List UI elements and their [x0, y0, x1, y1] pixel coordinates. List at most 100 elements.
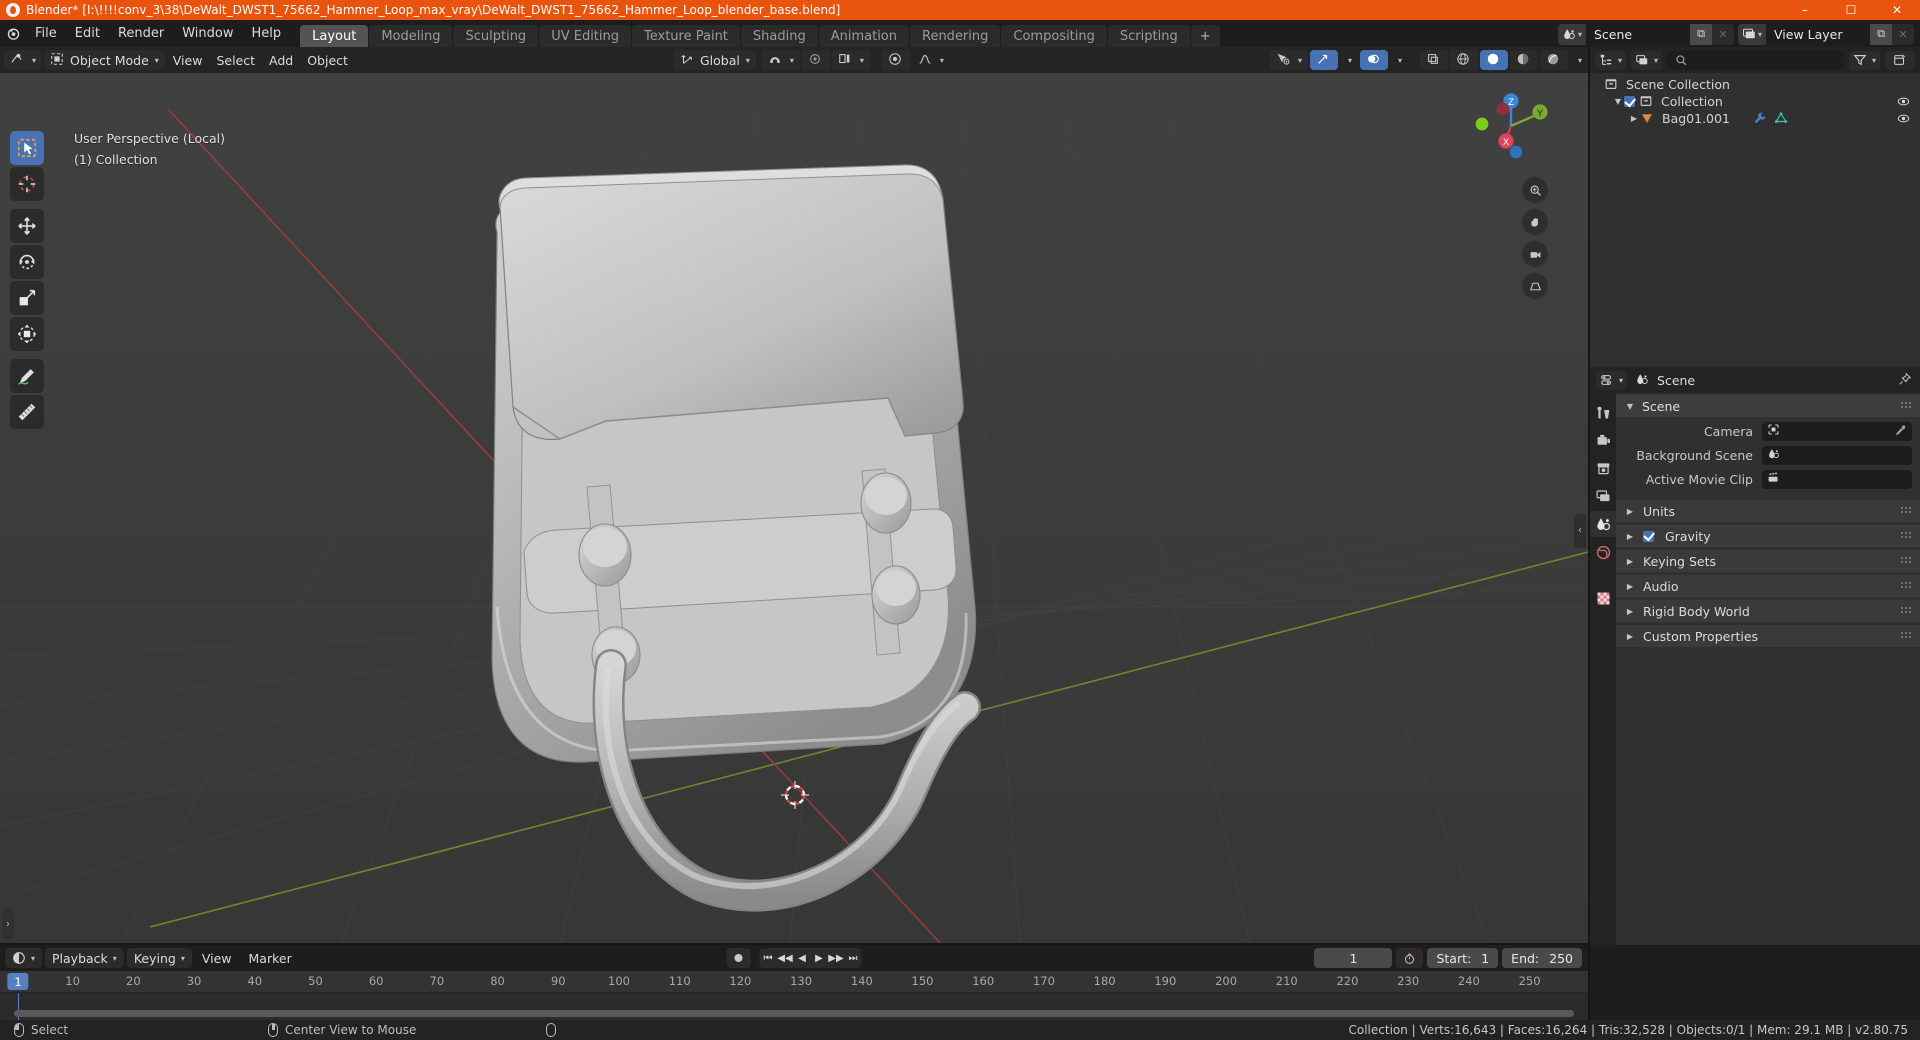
tool-rotate[interactable]: [10, 245, 44, 279]
viewport-menu-select[interactable]: Select: [210, 50, 261, 70]
shading-wireframe-button[interactable]: [1449, 50, 1478, 70]
timeline-menu-marker[interactable]: Marker: [242, 948, 299, 968]
xray-toggle[interactable]: [1419, 50, 1448, 70]
outliner-row-bag-object[interactable]: ▶ Bag01.001: [1590, 110, 1920, 127]
section-keying-sets[interactable]: ▶ Keying Sets: [1616, 550, 1920, 572]
snap-target-selector[interactable]: ▾: [831, 50, 870, 70]
end-frame-fields[interactable]: End: 250: [1502, 948, 1582, 968]
auto-keying-button[interactable]: [726, 948, 751, 968]
scene-name-field[interactable]: Scene: [1586, 23, 1690, 45]
viewport-menu-add[interactable]: Add: [263, 50, 299, 70]
background-scene-field[interactable]: [1762, 445, 1912, 465]
proportional-falloff-toggle[interactable]: [881, 50, 910, 70]
menu-help[interactable]: Help: [243, 20, 291, 47]
pin-icon[interactable]: [1898, 372, 1914, 388]
tab-shading[interactable]: Shading: [740, 25, 818, 47]
menu-window[interactable]: Window: [173, 20, 242, 47]
expand-triangle-icon[interactable]: ▶: [1624, 507, 1636, 516]
section-gravity[interactable]: ▶ Gravity: [1616, 525, 1920, 547]
interaction-mode-selector[interactable]: Object Mode ▾: [44, 50, 165, 70]
view-layer-selector[interactable]: ▾ View Layer ⧉ ✕: [1738, 23, 1914, 45]
visibility-selector[interactable]: ▾: [1269, 50, 1308, 70]
timeline-editor[interactable]: ▾ Playback ▾ Keying ▾ View Marker ⏮ ◀◀ ◀ ▶…: [0, 945, 1588, 1020]
tool-annotate[interactable]: [10, 359, 44, 393]
toolbar-toggle-arrow[interactable]: ›: [2, 909, 14, 939]
start-frame-value[interactable]: 1: [1481, 951, 1489, 966]
toggle-perspective-icon[interactable]: [1522, 273, 1548, 299]
gizmo-toggle[interactable]: [1309, 50, 1338, 70]
overlays-toggle[interactable]: [1359, 50, 1388, 70]
shading-options-dropdown[interactable]: ▾: [1570, 50, 1588, 70]
outliner-row-scene-collection[interactable]: Scene Collection: [1590, 76, 1920, 93]
properties-tab-texture[interactable]: [1590, 585, 1616, 611]
mesh-data-icon[interactable]: [1774, 111, 1790, 127]
eye-icon[interactable]: [1897, 112, 1910, 128]
jump-to-end-button[interactable]: ⏭: [845, 948, 862, 968]
tool-measure[interactable]: [10, 395, 44, 429]
section-custom-properties[interactable]: ▶ Custom Properties: [1616, 625, 1920, 647]
properties-tab-view-layer[interactable]: [1590, 483, 1616, 509]
properties-editor-type-button[interactable]: ▾: [1596, 370, 1628, 390]
properties-tab-scene[interactable]: [1590, 511, 1616, 537]
properties-tab-render[interactable]: [1590, 427, 1616, 453]
outliner-editor[interactable]: ▾ ▾ ▾ Scene Collection ▼ Collection ▶ Ba…: [1590, 47, 1920, 367]
current-frame-field[interactable]: 1: [1314, 948, 1393, 968]
navigation-gizmo[interactable]: Z Y X: [1470, 85, 1552, 167]
expand-triangle-icon[interactable]: ▶: [1628, 114, 1640, 123]
viewport-menu-view[interactable]: View: [167, 50, 209, 70]
tab-texture-paint[interactable]: Texture Paint: [632, 25, 740, 47]
new-scene-button[interactable]: ⧉: [1690, 23, 1712, 45]
remove-view-layer-button[interactable]: ✕: [1892, 23, 1914, 45]
camera-field[interactable]: [1762, 421, 1912, 441]
tool-transform[interactable]: [10, 317, 44, 351]
tab-layout[interactable]: Layout: [300, 25, 369, 47]
tool-move[interactable]: [10, 209, 44, 243]
expand-triangle-icon[interactable]: ▶: [1624, 607, 1636, 616]
jump-to-start-button[interactable]: ⏮: [760, 948, 777, 968]
shading-rendered-button[interactable]: [1539, 50, 1568, 70]
tab-rendering[interactable]: Rendering: [910, 25, 1001, 47]
section-rigid-body-world[interactable]: ▶ Rigid Body World: [1616, 600, 1920, 622]
expand-triangle-icon[interactable]: ▶: [1624, 632, 1636, 641]
timeline-track-area[interactable]: [0, 993, 1588, 1020]
sidebar-toggle-arrow[interactable]: ‹: [1574, 513, 1586, 548]
tab-sculpting[interactable]: Sculpting: [453, 25, 539, 47]
menu-file[interactable]: File: [26, 20, 66, 47]
falloff-curve-selector[interactable]: ▾: [912, 50, 950, 70]
timeline-current-frame-indicator[interactable]: 1: [7, 973, 29, 990]
shading-material-preview-button[interactable]: [1509, 50, 1538, 70]
tool-tweak-select[interactable]: [10, 131, 44, 165]
outliner-filter-button[interactable]: ▾: [1848, 50, 1880, 70]
tool-cursor[interactable]: [10, 167, 44, 201]
tab-scripting[interactable]: Scripting: [1107, 25, 1190, 47]
proportional-editing-toggle[interactable]: [801, 50, 830, 70]
unlink-scene-button[interactable]: ✕: [1712, 23, 1734, 45]
timeline-menu-view[interactable]: View: [195, 948, 239, 968]
gizmo-options-dropdown[interactable]: ▾: [1340, 50, 1358, 70]
new-view-layer-button[interactable]: ⧉: [1870, 23, 1892, 45]
expand-triangle-icon[interactable]: ▶: [1624, 532, 1636, 541]
expand-triangle-icon[interactable]: ▶: [1624, 582, 1636, 591]
overlays-options-dropdown[interactable]: ▾: [1390, 50, 1408, 70]
viewport-menu-object[interactable]: Object: [301, 50, 354, 70]
zoom-icon[interactable]: [1522, 177, 1548, 203]
previous-keyframe-button[interactable]: ◀◀: [777, 948, 794, 968]
timeline-ruler[interactable]: 10 20 30 40 50 60 70 80 90 100 110 120 130 140 150 160 1…: [0, 971, 1588, 993]
collection-checkbox[interactable]: [1624, 96, 1635, 107]
properties-editor[interactable]: ▾ Scene ▼ Scene Camera Background Scene …: [1590, 367, 1920, 945]
snapping-magnet-toggle[interactable]: ▾: [761, 50, 800, 70]
outliner-new-collection-button[interactable]: [1885, 50, 1915, 70]
modifier-wrench-icon[interactable]: [1752, 111, 1768, 127]
active-movie-clip-field[interactable]: [1762, 469, 1912, 489]
play-button[interactable]: ▶: [811, 948, 828, 968]
3d-viewport[interactable]: ▾ Object Mode ▾ View Select Add Object Gl…: [0, 47, 1588, 945]
shading-solid-button[interactable]: [1479, 50, 1508, 70]
properties-tab-output[interactable]: [1590, 455, 1616, 481]
section-units[interactable]: ▶ Units: [1616, 500, 1920, 522]
tab-uv-editing[interactable]: UV Editing: [539, 25, 632, 47]
add-workspace-button[interactable]: +: [1190, 25, 1220, 47]
minimize-button[interactable]: –: [1782, 0, 1828, 20]
camera-view-icon[interactable]: [1522, 241, 1548, 267]
expand-triangle-icon[interactable]: ▶: [1624, 557, 1636, 566]
tab-animation[interactable]: Animation: [818, 25, 909, 47]
